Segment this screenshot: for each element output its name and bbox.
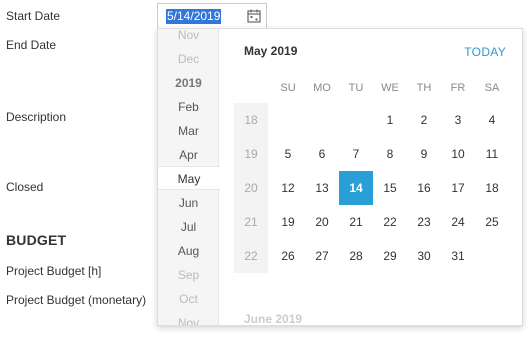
date-picker-popup: Nov Dec 2019 Feb Mar Apr May Jun Jul Aug…	[157, 28, 523, 326]
day-cell[interactable]: 28	[339, 239, 373, 273]
rail-item-nov-next[interactable]: Nov	[158, 311, 219, 325]
day-cell[interactable]: 19	[271, 205, 305, 239]
calendar-icon[interactable]	[246, 8, 262, 24]
day-cell-selected[interactable]: 14	[339, 171, 373, 205]
day-cell[interactable]: 29	[373, 239, 407, 273]
end-date-label: End Date	[6, 38, 57, 52]
description-label: Description	[6, 110, 67, 124]
week-number: 22	[244, 249, 258, 263]
day-cell[interactable]: 5	[271, 137, 305, 171]
project-budget-monetary-label: Project Budget (monetary)	[6, 293, 147, 307]
day-cell[interactable]: 17	[441, 171, 475, 205]
day-cell[interactable]: 4	[475, 103, 509, 137]
day-cell[interactable]: 15	[373, 171, 407, 205]
weekday-header-th: TH	[416, 82, 432, 94]
rail-item-oct[interactable]: Oct	[158, 287, 219, 311]
calendar-month-title: May 2019	[244, 44, 298, 58]
day-cell[interactable]: 27	[305, 239, 339, 273]
week-number: 20	[244, 181, 258, 195]
week-number: 19	[244, 147, 258, 161]
rail-item-nov-prev[interactable]: Nov	[158, 29, 219, 47]
day-cell[interactable]: 25	[475, 205, 509, 239]
weekday-header-sa: SA	[484, 82, 500, 94]
day-cell[interactable]: 16	[407, 171, 441, 205]
weekday-header-we: WE	[381, 82, 399, 94]
day-cell[interactable]: 8	[373, 137, 407, 171]
day-cell[interactable]: 10	[441, 137, 475, 171]
month-rail[interactable]: Nov Dec 2019 Feb Mar Apr May Jun Jul Aug…	[158, 29, 220, 325]
rail-item-may[interactable]: May	[158, 166, 220, 190]
rail-item-dec[interactable]: Dec	[158, 47, 219, 71]
rail-item-aug[interactable]: Aug	[158, 239, 219, 263]
start-date-value[interactable]: 5/14/2019	[166, 9, 222, 24]
start-date-label: Start Date	[6, 9, 61, 23]
week-number: 21	[244, 215, 258, 229]
day-cell[interactable]: 23	[407, 205, 441, 239]
rail-item-jun[interactable]: Jun	[158, 191, 219, 215]
next-month-title: June 2019	[244, 312, 303, 326]
weekday-header-tu: TU	[348, 82, 364, 94]
closed-label: Closed	[6, 180, 44, 194]
day-cell[interactable]: 13	[305, 171, 339, 205]
day-cell[interactable]: 6	[305, 137, 339, 171]
rail-item-year-2019[interactable]: 2019	[158, 71, 219, 95]
day-cell[interactable]: 3	[441, 103, 475, 137]
start-date-input[interactable]: 5/14/2019	[157, 3, 267, 29]
weekday-header-mo: MO	[313, 82, 331, 94]
rail-item-sep[interactable]: Sep	[158, 263, 219, 287]
day-cell[interactable]: 31	[441, 239, 475, 273]
day-cell[interactable]: 1	[373, 103, 407, 137]
day-cell[interactable]: 20	[305, 205, 339, 239]
day-cell[interactable]: 2	[407, 103, 441, 137]
rail-item-jul[interactable]: Jul	[158, 215, 219, 239]
weekday-header-su: SU	[280, 82, 296, 94]
week-number: 18	[244, 113, 258, 127]
day-cell[interactable]: 7	[339, 137, 373, 171]
rail-item-feb[interactable]: Feb	[158, 95, 219, 119]
today-button[interactable]: TODAY	[464, 45, 506, 59]
day-cell[interactable]: 30	[407, 239, 441, 273]
rail-item-apr[interactable]: Apr	[158, 143, 219, 167]
day-cell[interactable]: 24	[441, 205, 475, 239]
day-cell[interactable]: 12	[271, 171, 305, 205]
day-cell[interactable]: 18	[475, 171, 509, 205]
day-cell[interactable]: 9	[407, 137, 441, 171]
weekday-header-fr: FR	[450, 82, 466, 94]
day-cell[interactable]: 21	[339, 205, 373, 239]
budget-heading: BUDGET	[6, 232, 67, 248]
day-cell[interactable]: 11	[475, 137, 509, 171]
day-cell[interactable]: 22	[373, 205, 407, 239]
project-budget-hours-label: Project Budget [h]	[6, 264, 102, 278]
rail-item-mar[interactable]: Mar	[158, 119, 219, 143]
day-cell[interactable]: 26	[271, 239, 305, 273]
